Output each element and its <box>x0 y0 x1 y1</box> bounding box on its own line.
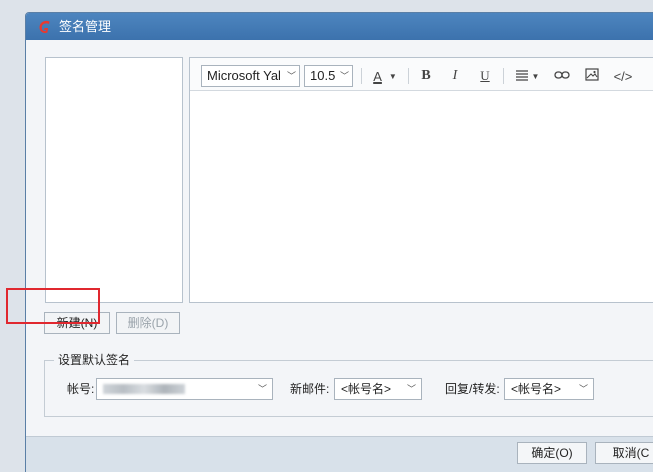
editor-toolbar: Microsoft Yal ﹀ 10.5 ﹀ A ▼ B I U ▼ </> <box>190 58 653 91</box>
chevron-down-icon: ﹀ <box>578 384 588 394</box>
reply-forward-signature-value: <帐号名> <box>511 382 562 396</box>
font-family-select[interactable]: Microsoft Yal ﹀ <box>201 65 300 87</box>
chevron-down-icon: ﹀ <box>257 384 267 394</box>
bold-button[interactable]: B <box>417 67 435 85</box>
chevron-down-icon: ﹀ <box>406 384 416 394</box>
align-button[interactable]: ▼ <box>512 67 542 85</box>
align-icon <box>515 69 529 84</box>
font-size-value: 10.5 <box>310 68 336 83</box>
chevron-down-icon: ﹀ <box>339 71 349 81</box>
new-mail-label: 新邮件: <box>290 382 330 396</box>
new-mail-signature-value: <帐号名> <box>341 382 392 396</box>
window-title: 签名管理 <box>59 19 112 34</box>
delete-signature-button: 删除(D) <box>116 312 180 334</box>
reply-forward-signature-select[interactable]: <帐号名> ﹀ <box>504 378 594 400</box>
chevron-down-icon: ﹀ <box>286 71 296 81</box>
signature-editor: Microsoft Yal ﹀ 10.5 ﹀ A ▼ B I U ▼ </> <box>189 57 653 303</box>
ok-button[interactable]: 确定(O) <box>517 442 587 464</box>
account-select[interactable]: ﹀ <box>96 378 273 400</box>
app-logo-icon <box>37 19 53 35</box>
link-button[interactable] <box>552 67 572 85</box>
new-signature-button[interactable]: 新建(N) <box>44 312 110 334</box>
font-size-select[interactable]: 10.5 ﹀ <box>304 65 353 87</box>
source-code-button[interactable]: </> <box>611 67 635 85</box>
account-label: 帐号: <box>67 382 95 396</box>
underline-button[interactable]: U <box>476 67 494 85</box>
dialog-footer: 确定(O) 取消(C <box>26 436 653 472</box>
signature-content-area[interactable] <box>190 92 653 302</box>
caret-down-icon: ▼ <box>531 71 540 81</box>
font-family-value: Microsoft Yal <box>207 68 281 83</box>
italic-button[interactable]: I <box>446 67 464 85</box>
toolbar-divider <box>503 68 504 84</box>
title-bar: 签名管理 <box>26 13 653 40</box>
signature-manager-dialog: 签名管理 Microsoft Yal ﹀ 10.5 ﹀ A ▼ B I U ▼ … <box>25 12 653 472</box>
new-mail-signature-select[interactable]: <帐号名> ﹀ <box>334 378 422 400</box>
account-value-redacted <box>103 384 185 394</box>
image-icon <box>585 68 599 84</box>
cancel-button[interactable]: 取消(C <box>595 442 653 464</box>
toolbar-divider <box>408 68 409 84</box>
default-signature-group-title: 设置默认签名 <box>54 352 135 368</box>
link-icon <box>554 69 570 83</box>
font-color-icon: A <box>373 68 382 84</box>
toolbar-divider <box>361 68 362 84</box>
font-color-button[interactable]: A ▼ <box>370 67 400 85</box>
signature-list[interactable] <box>45 57 183 303</box>
image-button[interactable] <box>582 67 602 85</box>
reply-forward-label: 回复/转发: <box>445 382 500 396</box>
caret-down-icon: ▼ <box>388 71 397 81</box>
